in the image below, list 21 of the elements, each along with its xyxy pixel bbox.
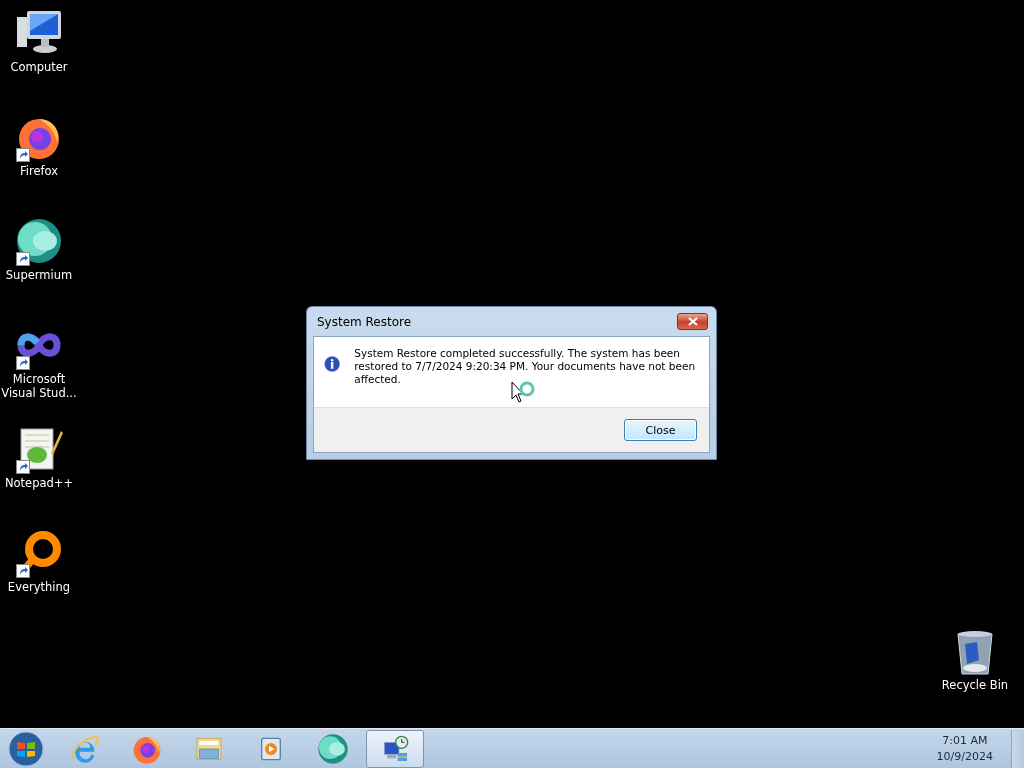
start-button[interactable] bbox=[6, 729, 46, 768]
desktop-icon-label[interactable]: Computer bbox=[1, 60, 77, 74]
close-button[interactable]: Close bbox=[624, 419, 697, 441]
desktop-icon-label[interactable]: Recycle Bin bbox=[937, 678, 1013, 692]
desktop-icon-label[interactable]: Everything bbox=[1, 580, 77, 594]
taskbar-button[interactable] bbox=[366, 729, 424, 768]
supermium-icon bbox=[317, 732, 349, 765]
message-text: System Restore completed successfully. The system has been restored to 7/7/2024 9:20:34 PM. Your documents have not been affected. bbox=[354, 347, 697, 386]
close-button[interactable] bbox=[677, 313, 708, 330]
desktop-icon-label[interactable]: Firefox bbox=[1, 164, 77, 178]
desktop-icon-label[interactable]: Supermium bbox=[1, 268, 77, 282]
recycle-bin-icon bbox=[955, 630, 995, 676]
close-icon bbox=[687, 317, 698, 326]
supermium-icon bbox=[15, 217, 63, 265]
windows-orb-icon bbox=[8, 730, 44, 767]
show-desktop-button[interactable] bbox=[1011, 729, 1024, 768]
desktop-icon-label[interactable]: Notepad++ bbox=[1, 476, 77, 490]
desktop-icon-label[interactable]: Microsoft Visual Stud... bbox=[1, 372, 77, 400]
window-title: System Restore bbox=[316, 314, 412, 329]
clock-date[interactable]: 10/9/2024 bbox=[936, 748, 993, 765]
clock-time[interactable]: 7:01 AM bbox=[942, 732, 988, 749]
